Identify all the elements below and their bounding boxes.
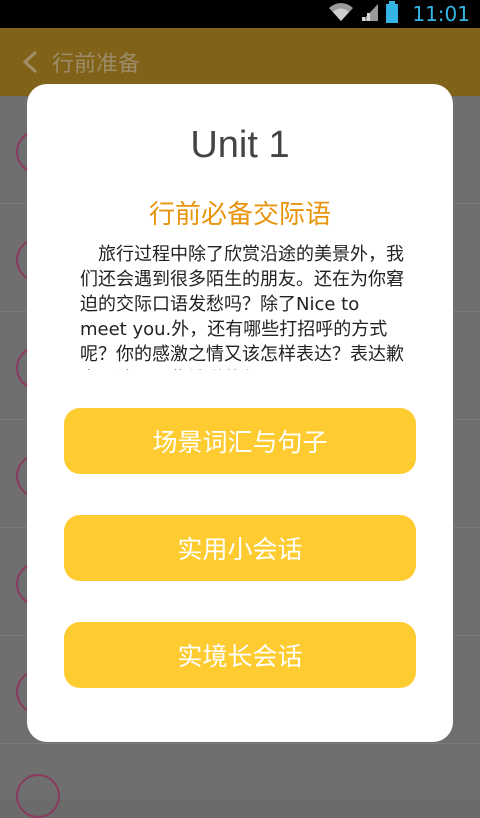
timeline-circle: [16, 774, 60, 818]
long-dialogue-button[interactable]: 实境长会话: [64, 622, 416, 688]
vocabulary-button[interactable]: 场景词汇与句子: [64, 408, 416, 474]
battery-icon: [386, 1, 399, 27]
unit-title: Unit 1: [190, 124, 290, 166]
unit-description[interactable]: 旅行过程中除了欣赏沿途的美景外，我们还会遇到很多陌生的朋友。还在为你窘迫的交际口…: [80, 242, 410, 370]
page-title: 行前准备: [52, 52, 141, 77]
signal-icon: [360, 2, 380, 26]
status-time: 11:01: [412, 2, 470, 26]
status-icons: 11:01: [328, 1, 480, 27]
status-bar: 11:01: [0, 0, 480, 28]
unit-dialog: Unit 1 行前必备交际语 旅行过程中除了欣赏沿途的美景外，我们还会遇到很多陌…: [27, 84, 453, 742]
short-dialogue-button[interactable]: 实用小会话: [64, 515, 416, 581]
dialog-subtitle: 行前必备交际语: [148, 200, 331, 230]
list-item[interactable]: [0, 744, 480, 818]
back-arrow-icon[interactable]: [12, 44, 48, 80]
wifi-icon: [328, 2, 354, 26]
